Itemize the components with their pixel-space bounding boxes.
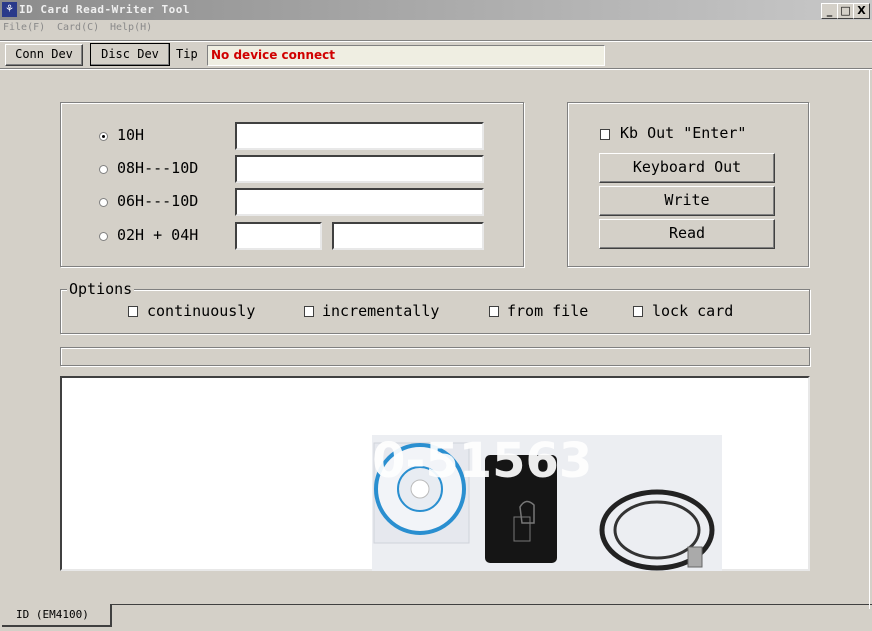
kb-out-enter-label: Kb Out "Enter" <box>620 124 747 142</box>
menu-file[interactable]: File(F) <box>3 22 45 33</box>
menu-help[interactable]: Help(H) <box>110 22 152 33</box>
close-button[interactable]: X <box>853 3 870 19</box>
menu-separator <box>0 40 872 42</box>
lock-card-checkbox[interactable] <box>633 306 643 317</box>
product-photo: 0-51563 <box>372 435 722 571</box>
app-icon: ⚘ <box>2 2 17 17</box>
from-file-checkbox[interactable] <box>489 306 499 317</box>
read-button[interactable]: Read <box>599 219 775 249</box>
toolbar-separator <box>0 68 872 70</box>
field-04h[interactable] <box>332 222 484 250</box>
kb-out-enter-checkbox[interactable] <box>600 129 610 140</box>
options-title: Options <box>67 280 135 298</box>
disconnect-device-button[interactable]: Disc Dev <box>90 43 170 66</box>
product-photo-graphic: 0-51563 <box>372 435 722 571</box>
radio-02h-04h[interactable] <box>99 232 108 241</box>
from-file-label: from file <box>507 302 589 320</box>
window-edge <box>869 69 870 609</box>
incrementally-label: incrementally <box>322 302 440 320</box>
progress-bar <box>60 347 810 366</box>
tab-strip-line <box>112 604 872 605</box>
continuously-checkbox[interactable] <box>128 306 138 317</box>
keyboard-out-button[interactable]: Keyboard Out <box>599 153 775 183</box>
photo-watermark-text: 0-51563 <box>372 435 592 489</box>
connect-device-button[interactable]: Conn Dev <box>5 44 83 66</box>
maximize-button[interactable]: □ <box>837 3 854 19</box>
menu-card[interactable]: Card(C) <box>57 22 99 33</box>
write-button[interactable]: Write <box>599 186 775 216</box>
lock-card-label: lock card <box>652 302 734 320</box>
radio-06h-10d[interactable] <box>99 198 108 207</box>
continuously-label: continuously <box>147 302 256 320</box>
field-08h-10d[interactable] <box>235 155 484 183</box>
tip-label: Tip <box>176 47 198 61</box>
field-02h[interactable] <box>235 222 322 250</box>
radio-06h-10d-label: 06H---10D <box>117 192 199 210</box>
field-06h-10d[interactable] <box>235 188 484 216</box>
field-10h[interactable] <box>235 122 484 150</box>
minimize-button[interactable]: _ <box>821 3 838 19</box>
radio-02h-04h-label: 02H + 04H <box>117 226 199 244</box>
radio-10h-label: 10H <box>117 126 145 144</box>
radio-08h-10d-label: 08H---10D <box>117 159 199 177</box>
window-title: ID Card Read-Writer Tool <box>19 3 190 16</box>
incrementally-checkbox[interactable] <box>304 306 314 317</box>
radio-10h[interactable] <box>99 132 108 141</box>
tab-id-em4100[interactable]: ID (EM4100) <box>2 604 112 627</box>
radio-08h-10d[interactable] <box>99 165 108 174</box>
tip-status: No device connect <box>207 45 605 66</box>
